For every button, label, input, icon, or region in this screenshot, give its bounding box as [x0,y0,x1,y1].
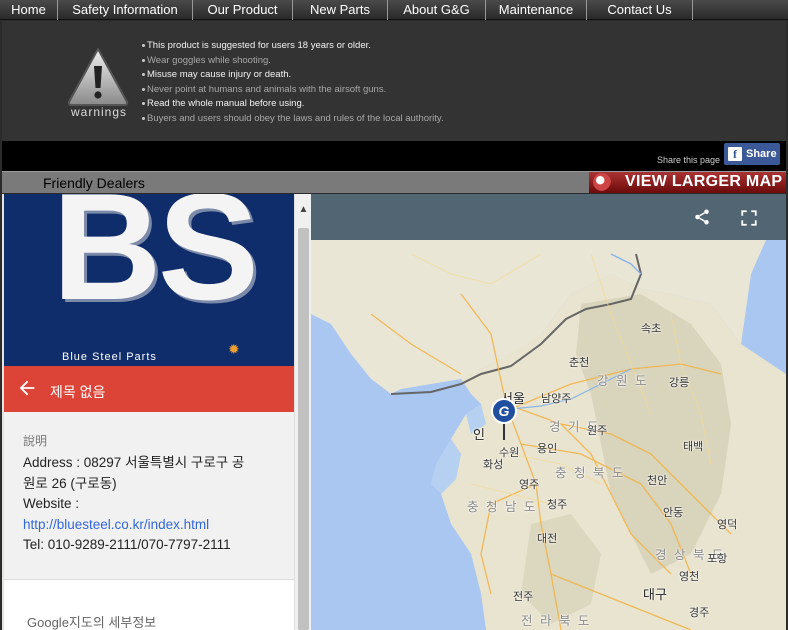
logo-text: BS [52,194,259,332]
map-place-label: 충 청 북 도 [555,466,626,480]
map-place-label: 대전 [537,533,558,545]
bullet-icon [142,43,145,47]
nav-home[interactable]: Home [0,0,58,20]
description-label: 說明 [23,434,48,448]
warning-item: Misuse may cause injury or death. [142,68,444,83]
bullet-icon [142,87,145,91]
nav-about-gg[interactable]: About G&G [388,0,486,20]
website-link[interactable]: http://bluesteel.co.kr/index.html [23,517,209,532]
nav-our-product[interactable]: Our Product [193,0,293,20]
place-title: 제목 없음 [50,384,106,400]
bullet-icon [142,116,145,120]
nav-maintenance[interactable]: Maintenance [486,0,587,20]
address-line-2: 원로 26 (구로동) [23,475,117,491]
nav-new-parts[interactable]: New Parts [293,0,388,20]
map-place-label: 강 원 도 [597,374,649,388]
map-place-label: 청주 [547,499,568,511]
website-label: Website : [23,496,80,511]
map-place-label: 포항 [707,553,728,565]
map-place-label: 대구 [643,587,667,602]
marker-letter: G [499,403,510,419]
fullscreen-icon[interactable] [740,209,758,227]
share-icon[interactable] [693,208,711,226]
map-place-label: 원주 [587,425,608,437]
facebook-icon: f [728,147,742,161]
warning-item: This product is suggested for users 18 y… [142,39,444,54]
nav-safety-information[interactable]: Safety Information [58,0,193,20]
map-place-label: 인 [473,427,485,442]
map-marker-icon[interactable]: G [491,398,517,440]
scroll-up-icon[interactable]: ▲ [295,204,312,220]
warning-item: Buyers and users should obey the laws an… [142,112,444,127]
view-larger-map-label: VIEW LARGER MAP [625,173,783,190]
friendly-dealers-title: Friendly Dealers [43,175,145,191]
map-place-label: 춘천 [569,357,590,369]
map-place-label: 안동 [663,507,684,519]
address-line-1: Address : 08297 서울특별시 구로구 공 [23,455,245,470]
share-this-page-text: Share this page [656,155,720,165]
sun-icon: ✹ [228,341,240,357]
warning-item-text: Wear goggles while shooting. [147,54,271,66]
warning-icon [67,48,129,106]
map-place-label: 영천 [679,571,700,583]
place-details: 說明 Address : 08297 서울특별시 구로구 공 원로 26 (구로… [4,412,294,579]
share-bar: Share this page f Share [2,141,786,171]
view-larger-map-button[interactable]: VIEW LARGER MAP [589,172,786,193]
place-info-panel: BS Blue Steel Parts ✹ 제목 없음 說明 Address :… [4,194,294,630]
map-pin-icon [593,173,611,191]
map-place-label: 태백 [683,441,704,453]
map-place-label: 영덕 [717,519,738,531]
map-place-label: 속초 [641,323,662,335]
map-place-label: 충 청 남 도 [467,500,538,514]
embedded-map: BS Blue Steel Parts ✹ 제목 없음 說明 Address :… [2,194,786,630]
map-place-label: 화성 [483,459,504,471]
panel-scrollbar[interactable]: ▲ [294,194,311,630]
google-maps-details-link[interactable]: Google지도의 세부정보 [27,612,156,630]
friendly-dealers-bar: Friendly Dealers VIEW LARGER MAP [2,171,786,193]
logo-subtitle: Blue Steel Parts [62,351,157,363]
warning-item-text: Misuse may cause injury or death. [147,69,292,81]
warnings-list: This product is suggested for users 18 y… [142,39,444,127]
map-place-label: 천안 [647,475,668,487]
map-place-label: 영주 [519,479,540,491]
warnings-panel: warnings This product is suggested for u… [2,21,786,141]
facebook-share-label: Share [746,148,777,160]
facebook-share-button[interactable]: f Share [724,143,780,165]
map-place-label: 용인 [537,443,558,455]
map-toolbar [311,194,786,240]
warning-item: Wear goggles while shooting. [142,54,444,69]
place-header: 제목 없음 [4,366,294,412]
warnings-label: warnings [70,105,128,119]
top-nav: Home Safety Information Our Product New … [0,0,788,20]
warning-item: Never point at humans and animals with t… [142,83,444,98]
divider [4,579,294,580]
map-canvas[interactable]: 속초 춘천 강 원 도 강릉 서울 남양주 경 기 도 원주 인 수원 용인 태백 화성 충 청 북 도천… [311,194,786,630]
bullet-icon [142,102,145,106]
nav-contact-us[interactable]: Contact Us [587,0,693,20]
map-place-label: 남양주 [541,393,572,405]
bullet-icon [142,73,145,77]
warning-item: Read the whole manual before using. [142,97,444,112]
warning-item-text: Read the whole manual before using. [147,98,305,110]
map-place-label: 전주 [513,591,534,603]
map-place-label: 전 라 북 도 [521,614,592,628]
description-text: Address : 08297 서울특별시 구로구 공 원로 26 (구로동) … [23,453,285,556]
map-place-label: 경주 [689,607,710,619]
back-arrow-icon[interactable] [16,377,38,399]
dealer-logo: BS Blue Steel Parts ✹ [4,194,294,366]
bullet-icon [142,58,145,62]
warning-item-text: Buyers and users should obey the laws an… [147,112,444,124]
telephone-text: Tel: 010-9289-2111/070-7797-2111 [23,537,231,552]
map-place-label: 강릉 [669,377,690,389]
warning-item-text: Never point at humans and animals with t… [147,83,387,95]
warning-item-text: This product is suggested for users 18 y… [147,40,371,51]
scroll-thumb[interactable] [298,228,309,630]
